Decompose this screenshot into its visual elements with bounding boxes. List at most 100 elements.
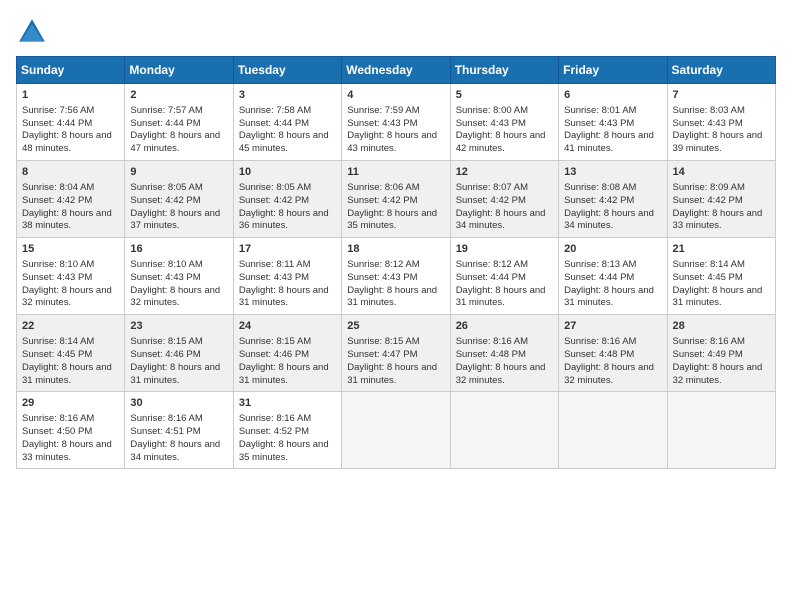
sunrise-text: Sunrise: 8:11 AM (239, 259, 336, 272)
day-number: 16 (130, 242, 227, 257)
daylight-text: Daylight: 8 hours and 36 minutes. (239, 208, 336, 234)
calendar-cell (559, 392, 667, 469)
sunrise-text: Sunrise: 7:56 AM (22, 105, 119, 118)
calendar-cell: 16Sunrise: 8:10 AMSunset: 4:43 PMDayligh… (125, 238, 233, 315)
calendar-cell: 10Sunrise: 8:05 AMSunset: 4:42 PMDayligh… (233, 161, 341, 238)
sunset-text: Sunset: 4:43 PM (456, 118, 553, 131)
sunset-text: Sunset: 4:42 PM (347, 195, 444, 208)
day-number: 1 (22, 88, 119, 103)
calendar-week-row: 1Sunrise: 7:56 AMSunset: 4:44 PMDaylight… (17, 84, 776, 161)
daylight-text: Daylight: 8 hours and 32 minutes. (673, 362, 770, 388)
daylight-text: Daylight: 8 hours and 35 minutes. (347, 208, 444, 234)
sunset-text: Sunset: 4:47 PM (347, 349, 444, 362)
sunset-text: Sunset: 4:46 PM (239, 349, 336, 362)
daylight-text: Daylight: 8 hours and 32 minutes. (22, 285, 119, 311)
day-number: 15 (22, 242, 119, 257)
logo-icon (16, 16, 48, 48)
sunrise-text: Sunrise: 8:06 AM (347, 182, 444, 195)
daylight-text: Daylight: 8 hours and 37 minutes. (130, 208, 227, 234)
calendar-week-row: 8Sunrise: 8:04 AMSunset: 4:42 PMDaylight… (17, 161, 776, 238)
calendar-week-row: 29 Sunrise: 8:16 AMSunset: 4:50 PM Dayligh… (17, 392, 776, 469)
sunrise-text: Sunrise: 7:57 AM (130, 105, 227, 118)
calendar-cell (667, 392, 775, 469)
daylight-text: Daylight: 8 hours and 39 minutes. (673, 130, 770, 156)
sunset-text: Sunset: 4:43 PM (130, 272, 227, 285)
calendar-cell: 23Sunrise: 8:15 AMSunset: 4:46 PMDayligh… (125, 315, 233, 392)
sunrise-text: Sunrise: 8:16 AM (456, 336, 553, 349)
calendar-cell: 3Sunrise: 7:58 AMSunset: 4:44 PMDaylight… (233, 84, 341, 161)
page-header (16, 16, 776, 48)
day-number: 4 (347, 88, 444, 103)
day-number: 21 (673, 242, 770, 257)
calendar-header-row: SundayMondayTuesdayWednesdayThursdayFrid… (17, 57, 776, 84)
sunset-text: Sunset: 4:44 PM (239, 118, 336, 131)
calendar-cell: 1Sunrise: 7:56 AMSunset: 4:44 PMDaylight… (17, 84, 125, 161)
sunrise-text: Sunrise: 8:15 AM (130, 336, 227, 349)
calendar-cell: 21Sunrise: 8:14 AMSunset: 4:45 PMDayligh… (667, 238, 775, 315)
calendar-cell: 26Sunrise: 8:16 AMSunset: 4:48 PMDayligh… (450, 315, 558, 392)
calendar-cell: 24Sunrise: 8:15 AMSunset: 4:46 PMDayligh… (233, 315, 341, 392)
day-number: 3 (239, 88, 336, 103)
sunrise-text: Sunrise: 8:12 AM (347, 259, 444, 272)
sunrise-text: Sunrise: 8:10 AM (130, 259, 227, 272)
day-number: 18 (347, 242, 444, 257)
calendar-cell: 13Sunrise: 8:08 AMSunset: 4:42 PMDayligh… (559, 161, 667, 238)
column-header-sunday: Sunday (17, 57, 125, 84)
day-number: 29 (22, 396, 119, 411)
day-number: 8 (22, 165, 119, 180)
day-number: 10 (239, 165, 336, 180)
sunrise-text: Sunrise: 8:16 AM (22, 413, 119, 426)
sunset-text: Sunset: 4:43 PM (22, 272, 119, 285)
sunrise-text: Sunrise: 7:59 AM (347, 105, 444, 118)
sunset-text: Sunset: 4:42 PM (564, 195, 661, 208)
sunset-text: Sunset: 4:44 PM (22, 118, 119, 131)
daylight-text: Daylight: 8 hours and 34 minutes. (130, 439, 227, 465)
sunrise-text: Sunrise: 8:09 AM (673, 182, 770, 195)
day-number: 19 (456, 242, 553, 257)
day-number: 20 (564, 242, 661, 257)
sunset-text: Sunset: 4:42 PM (456, 195, 553, 208)
day-number: 13 (564, 165, 661, 180)
sunrise-text: Sunrise: 8:05 AM (130, 182, 227, 195)
sunrise-text: Sunrise: 8:16 AM (673, 336, 770, 349)
sunrise-text: Sunrise: 8:07 AM (456, 182, 553, 195)
sunrise-text: Sunrise: 8:16 AM (564, 336, 661, 349)
sunrise-text: Sunrise: 8:13 AM (564, 259, 661, 272)
daylight-text: Daylight: 8 hours and 38 minutes. (22, 208, 119, 234)
calendar-cell: 29Sunrise: 8:16 AMSunset: 4:50 PMDayligh… (17, 392, 125, 469)
day-number: 17 (239, 242, 336, 257)
sunrise-text: Sunrise: 8:14 AM (22, 336, 119, 349)
sunset-text: Sunset: 4:43 PM (673, 118, 770, 131)
sunset-text: Sunset: 4:48 PM (564, 349, 661, 362)
sunset-text: Sunset: 4:44 PM (564, 272, 661, 285)
calendar-cell: 11Sunrise: 8:06 AMSunset: 4:42 PMDayligh… (342, 161, 450, 238)
sunset-text: Sunset: 4:42 PM (130, 195, 227, 208)
sunset-text: Sunset: 4:42 PM (239, 195, 336, 208)
sunset-text: Sunset: 4:42 PM (22, 195, 119, 208)
daylight-text: Daylight: 8 hours and 31 minutes. (347, 285, 444, 311)
sunset-text: Sunset: 4:43 PM (239, 272, 336, 285)
sunrise-text: Sunrise: 8:01 AM (564, 105, 661, 118)
column-header-friday: Friday (559, 57, 667, 84)
sunrise-text: Sunrise: 8:15 AM (347, 336, 444, 349)
daylight-text: Daylight: 8 hours and 34 minutes. (564, 208, 661, 234)
logo (16, 16, 52, 48)
column-header-monday: Monday (125, 57, 233, 84)
sunrise-text: Sunrise: 8:04 AM (22, 182, 119, 195)
calendar-week-row: 22Sunrise: 8:14 AMSunset: 4:45 PMDayligh… (17, 315, 776, 392)
calendar-table: SundayMondayTuesdayWednesdayThursdayFrid… (16, 56, 776, 469)
sunset-text: Sunset: 4:43 PM (347, 272, 444, 285)
daylight-text: Daylight: 8 hours and 31 minutes. (22, 362, 119, 388)
calendar-cell: 30Sunrise: 8:16 AMSunset: 4:51 PMDayligh… (125, 392, 233, 469)
sunset-text: Sunset: 4:43 PM (564, 118, 661, 131)
calendar-cell: 19Sunrise: 8:12 AMSunset: 4:44 PMDayligh… (450, 238, 558, 315)
sunset-text: Sunset: 4:50 PM (22, 426, 119, 439)
day-number: 26 (456, 319, 553, 334)
daylight-text: Daylight: 8 hours and 31 minutes. (239, 285, 336, 311)
sunset-text: Sunset: 4:49 PM (673, 349, 770, 362)
sunset-text: Sunset: 4:52 PM (239, 426, 336, 439)
column-header-saturday: Saturday (667, 57, 775, 84)
sunset-text: Sunset: 4:45 PM (673, 272, 770, 285)
sunset-text: Sunset: 4:45 PM (22, 349, 119, 362)
daylight-text: Daylight: 8 hours and 32 minutes. (456, 362, 553, 388)
